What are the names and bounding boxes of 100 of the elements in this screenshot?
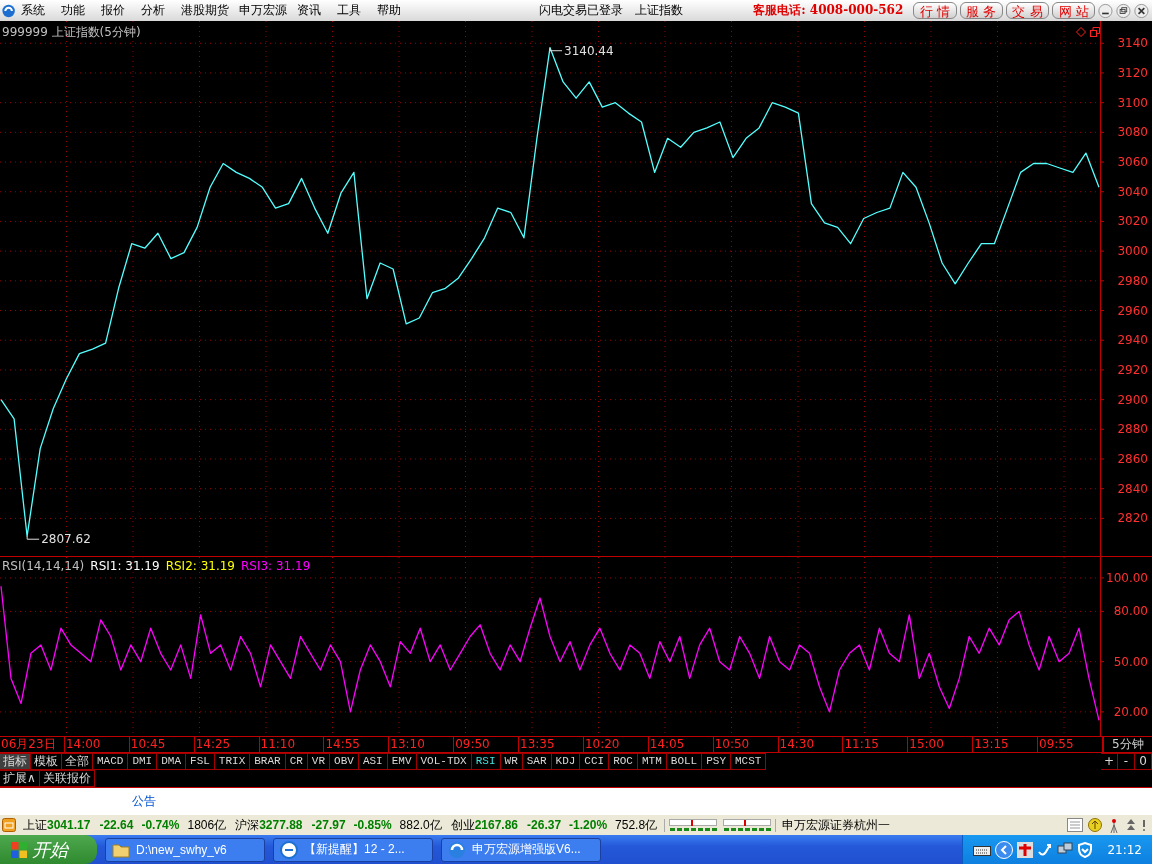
indicator-tab[interactable]: TRIX: [214, 753, 251, 770]
indicator-tab[interactable]: MTM: [638, 753, 667, 770]
indicator-tab[interactable]: VR: [307, 753, 331, 770]
indicator-tab[interactable]: PSY: [702, 753, 731, 770]
zoom-button[interactable]: -: [1118, 753, 1135, 770]
indicator-tab[interactable]: EMV: [387, 753, 417, 770]
indicator-tab[interactable]: CCI: [580, 753, 610, 770]
time-label: 10:20: [583, 737, 649, 752]
menu-item[interactable]: 工具: [337, 2, 362, 19]
clock-text: 21:12: [1107, 842, 1142, 857]
zoom-button[interactable]: +: [1101, 753, 1118, 770]
axis-label: 3080: [1117, 125, 1148, 140]
indicator-tab[interactable]: OBV: [330, 753, 359, 770]
indicator-tab[interactable]: WR: [500, 753, 523, 770]
menu-item[interactable]: 系统: [21, 2, 46, 19]
panel-tab[interactable]: 全部: [62, 753, 93, 770]
shield-icon: [1077, 841, 1094, 858]
hotline-text: 客服电话: 4008-000-562: [753, 2, 904, 19]
indicator-tab[interactable]: DMA: [157, 753, 187, 770]
indicator-tab[interactable]: KDJ: [551, 753, 581, 770]
service-button[interactable]: 服 务: [959, 2, 1003, 19]
time-label: 09:55: [1038, 737, 1103, 752]
indicator-tab[interactable]: FSL: [186, 753, 215, 770]
indicator-tab[interactable]: ASI: [358, 753, 388, 770]
turnover-text: 1806亿: [187, 816, 227, 834]
time-label: 10:45: [129, 737, 195, 752]
legend-label: RSI3: 31.19: [241, 559, 311, 573]
cross-icon: [1017, 841, 1034, 858]
axis-label: 2960: [1117, 303, 1148, 318]
indicator-tab[interactable]: MACD: [93, 753, 129, 770]
axis-label: 3000: [1117, 244, 1148, 259]
panel-tab[interactable]: 模板: [31, 753, 62, 770]
keyboard-icon: [973, 843, 992, 856]
turnover-text: 752.8亿: [615, 816, 658, 834]
indicator-tab[interactable]: DMI: [128, 753, 158, 770]
panel-tab[interactable]: 指标: [0, 753, 31, 770]
indicator-tab[interactable]: VOL-TDX: [416, 753, 472, 770]
axis-label: 100.00: [1106, 570, 1148, 585]
price-label: 3140.44: [564, 43, 614, 58]
zoom-button[interactable]: 0: [1135, 753, 1152, 770]
axis-label: 2860: [1117, 452, 1148, 466]
index-percent: -1.20%: [569, 818, 608, 832]
time-label: 13:35: [519, 737, 584, 752]
menu-item[interactable]: 资讯: [297, 2, 322, 19]
coin-icon: [1088, 818, 1102, 832]
axis-label: 2940: [1117, 333, 1148, 348]
menu-item[interactable]: 报价: [101, 2, 126, 19]
start-button[interactable]: 开始: [0, 835, 97, 864]
app-icon: [448, 840, 466, 859]
menu-item[interactable]: 申万宏源: [239, 2, 288, 19]
time-label: 11:15: [843, 737, 909, 752]
service-button[interactable]: 网 站: [1052, 2, 1096, 19]
index-value: 3277.88: [259, 818, 303, 832]
signal-meter-drawing: [669, 818, 718, 832]
close-icon: [1134, 1, 1149, 20]
indicator-tab[interactable]: SAR: [522, 753, 552, 770]
index-name: 上证: [23, 816, 47, 834]
period-label[interactable]: 5分钟: [1102, 737, 1152, 752]
indicator-tab[interactable]: RSI: [471, 753, 501, 770]
index-icon: [2, 818, 16, 832]
sub-tab[interactable]: 关联报价: [39, 770, 95, 787]
index-value: 3041.17: [47, 818, 91, 832]
service-button[interactable]: 交 易: [1005, 2, 1050, 19]
menu-item[interactable]: 帮助: [377, 2, 402, 19]
symbol-name: 上证指数: [635, 2, 684, 19]
signal-meter-drawing: [723, 818, 772, 832]
axis-label: 20.00: [1113, 704, 1148, 719]
time-label: 14:25: [194, 737, 260, 752]
time-label: 13:15: [973, 737, 1038, 752]
index-percent: -0.85%: [353, 818, 392, 832]
axis-label: 50.00: [1113, 654, 1148, 669]
axis-label: 3040: [1117, 184, 1148, 199]
notice-link[interactable]: 公告: [132, 793, 156, 810]
time-label: 14:00: [64, 737, 130, 752]
indicator-tab[interactable]: MCST: [731, 753, 767, 770]
indicator-tab[interactable]: CR: [285, 753, 308, 770]
axis-label: 3020: [1117, 214, 1148, 229]
menu-item[interactable]: 港股期货: [181, 2, 230, 19]
index-change: -26.37: [527, 818, 562, 832]
windows-logo-icon: [10, 840, 28, 859]
taskbar-button[interactable]: 【新提醒】12 - 2...: [273, 837, 433, 862]
menu-item[interactable]: 分析: [141, 2, 166, 19]
indicator-tab[interactable]: BRAR: [250, 753, 286, 770]
service-button[interactable]: 行 情: [913, 2, 957, 19]
time-label: 13:10: [389, 737, 455, 752]
menu-item[interactable]: 功能: [61, 2, 86, 19]
time-label: 15:00: [908, 737, 974, 752]
axis-label: 3060: [1117, 155, 1148, 170]
sub-tab[interactable]: 扩展∧: [0, 770, 40, 787]
time-label: 14:05: [648, 737, 714, 752]
axis-label: 2980: [1117, 273, 1148, 288]
index-change: -27.97: [311, 818, 346, 832]
taskbar-button[interactable]: 申万宏源增强版V6...: [441, 837, 601, 862]
axis-label: 2920: [1117, 362, 1148, 377]
indicator-tab[interactable]: ROC: [609, 753, 638, 770]
legend-label: RSI(14,14,14): [2, 559, 85, 573]
axis-label: 2840: [1117, 481, 1148, 496]
taskbar-button[interactable]: D:\new_swhy_v6: [105, 837, 265, 862]
indicator-tab[interactable]: BOLL: [666, 753, 703, 770]
index-change: -22.64: [99, 818, 134, 832]
